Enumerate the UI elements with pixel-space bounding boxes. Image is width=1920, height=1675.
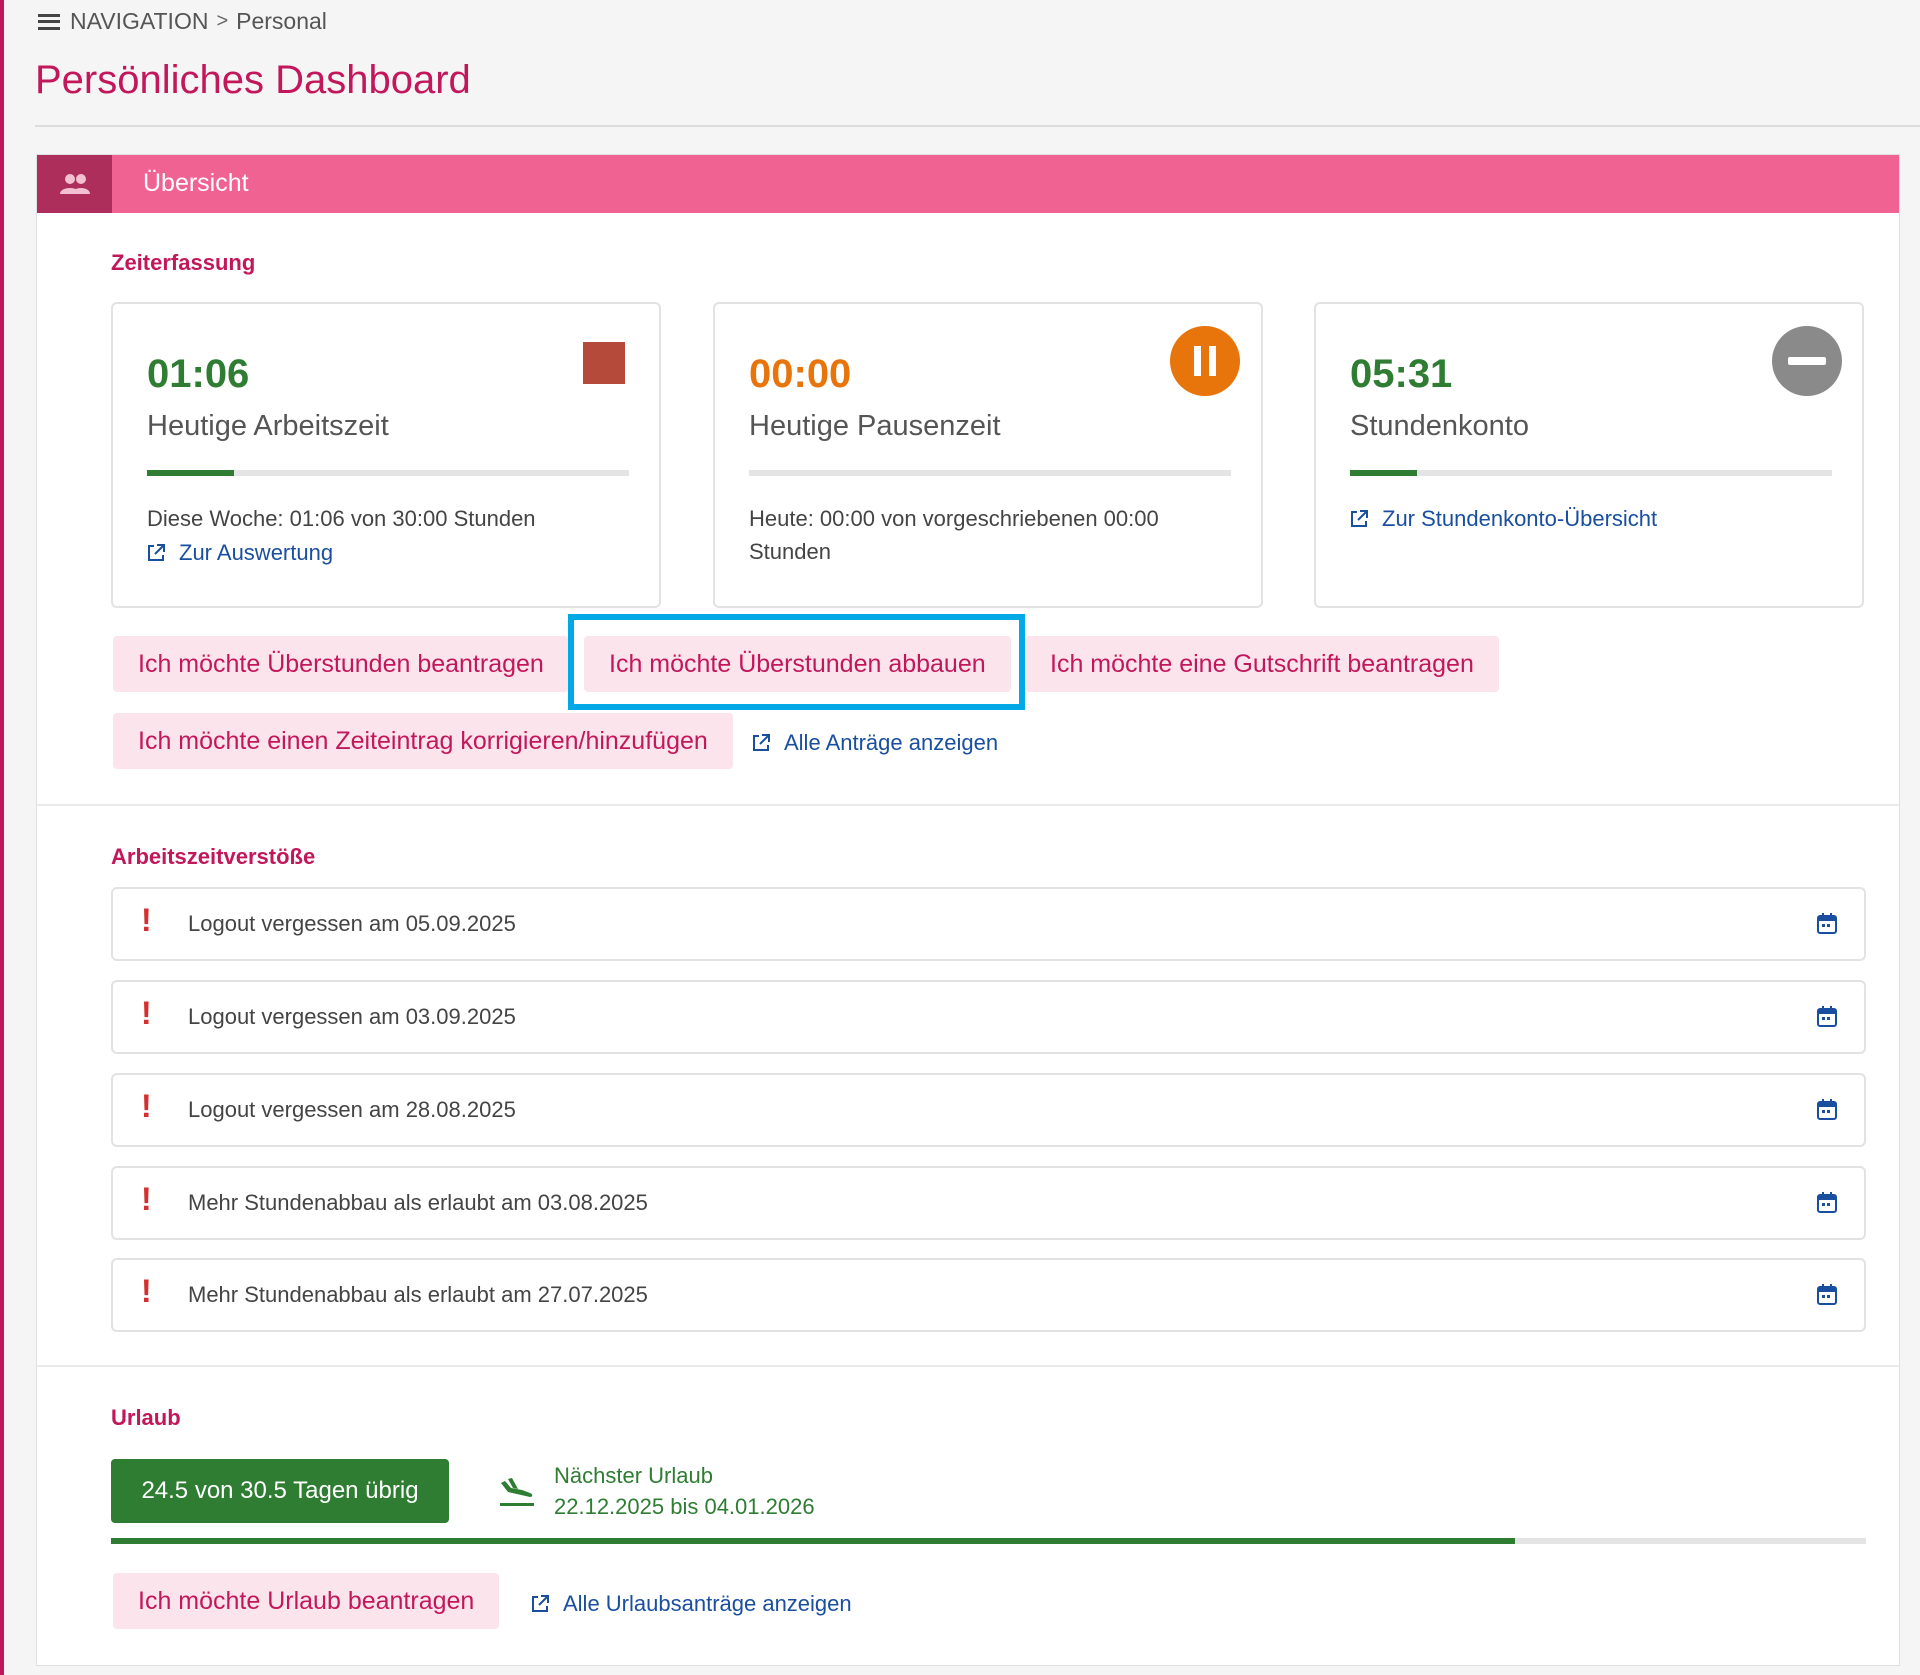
tile-work-time: 01:06 Heutige Arbeitszeit Diese Woche: 0…	[111, 302, 661, 608]
pause-time-value: 00:00	[749, 352, 852, 396]
people-icon	[37, 155, 112, 213]
calendar-icon[interactable]	[1816, 913, 1838, 935]
violation-item: ! Logout vergessen am 03.09.2025	[111, 980, 1866, 1054]
next-vacation-label: Nächster Urlaub	[554, 1463, 713, 1488]
link-hour-balance-label: Zur Stundenkonto-Übersicht	[1382, 506, 1658, 531]
left-accent-bar	[0, 0, 4, 1675]
external-link-icon	[1351, 510, 1368, 527]
violation-item: ! Logout vergessen am 28.08.2025	[111, 1073, 1866, 1147]
calendar-icon[interactable]	[1816, 1284, 1838, 1306]
next-vacation-range: 22.12.2025 bis 04.01.2026	[554, 1494, 815, 1519]
breadcrumb-separator: >	[216, 10, 229, 32]
violation-text: Logout vergessen am 05.09.2025	[188, 911, 516, 936]
card-header-title: Übersicht	[143, 169, 249, 197]
page-title: Persönliches Dashboard	[35, 58, 471, 102]
plane-landing-icon	[500, 1478, 534, 1506]
section-title-violations: Arbeitszeitverstöße	[111, 844, 316, 869]
link-all-vacation-requests-label: Alle Urlaubsanträge anzeigen	[563, 1591, 852, 1616]
violation-item: ! Mehr Stundenabbau als erlaubt am 27.07…	[111, 1258, 1866, 1332]
breadcrumb: NAVIGATION > Personal	[38, 8, 327, 35]
pause-time-label: Heutige Pausenzeit	[749, 410, 1001, 442]
highlight-frame	[568, 614, 1025, 710]
minus-icon[interactable]	[1772, 326, 1842, 396]
correct-time-entry-button[interactable]: Ich möchte einen Zeiteintrag korrigieren…	[113, 713, 733, 769]
pause-icon[interactable]	[1170, 326, 1240, 396]
breadcrumb-current: Personal	[236, 8, 327, 34]
link-all-requests-label: Alle Anträge anzeigen	[784, 730, 999, 755]
section-divider	[37, 1365, 1899, 1367]
work-time-value: 01:06	[147, 352, 250, 396]
work-time-info: Diese Woche: 01:06 von 30:00 Stunden	[147, 506, 536, 531]
tile-hour-balance: 05:31 Stundenkonto Zur Stundenkonto-Über…	[1314, 302, 1864, 608]
link-evaluation-label: Zur Auswertung	[179, 540, 334, 565]
external-link-icon	[753, 734, 770, 751]
warning-icon: !	[141, 1181, 152, 1217]
link-all-vacation-requests[interactable]: Alle Urlaubsanträge anzeigen	[531, 1591, 852, 1617]
section-title-time-tracking: Zeiterfassung	[111, 250, 256, 275]
calendar-icon[interactable]	[1816, 1006, 1838, 1028]
stop-icon[interactable]	[583, 342, 625, 384]
hour-balance-label: Stundenkonto	[1350, 410, 1529, 442]
warning-icon: !	[141, 995, 152, 1031]
tile-pause-time: 00:00 Heutige Pausenzeit Heute: 00:00 vo…	[713, 302, 1263, 608]
title-divider	[35, 125, 1920, 127]
card-header: Übersicht	[37, 155, 1899, 213]
violation-item: ! Logout vergessen am 05.09.2025	[111, 887, 1866, 961]
section-divider	[37, 804, 1899, 806]
menu-icon[interactable]	[38, 13, 60, 30]
warning-icon: !	[141, 1088, 152, 1124]
request-credit-button[interactable]: Ich möchte eine Gutschrift beantragen	[1025, 636, 1499, 692]
vacation-remaining-badge: 24.5 von 30.5 Tagen übrig	[111, 1459, 449, 1523]
violation-text: Logout vergessen am 28.08.2025	[188, 1097, 516, 1122]
calendar-icon[interactable]	[1816, 1099, 1838, 1121]
breadcrumb-root[interactable]: NAVIGATION	[70, 8, 208, 35]
link-all-requests[interactable]: Alle Anträge anzeigen	[752, 730, 998, 756]
section-title-vacation: Urlaub	[111, 1405, 181, 1430]
link-hour-balance-overview[interactable]: Zur Stundenkonto-Übersicht	[1350, 506, 1657, 532]
hour-balance-progress	[1350, 470, 1832, 476]
external-link-icon	[148, 544, 165, 561]
warning-icon: !	[141, 1273, 152, 1309]
violation-text: Mehr Stundenabbau als erlaubt am 03.08.2…	[188, 1190, 648, 1215]
pause-time-info: Heute: 00:00 von vorgeschriebenen 00:00 …	[749, 506, 1159, 564]
external-link-icon	[532, 1595, 549, 1612]
pause-time-progress	[749, 470, 1231, 476]
violation-text: Mehr Stundenabbau als erlaubt am 27.07.2…	[188, 1282, 648, 1307]
request-overtime-button[interactable]: Ich möchte Überstunden beantragen	[113, 636, 569, 692]
violation-item: ! Mehr Stundenabbau als erlaubt am 03.08…	[111, 1166, 1866, 1240]
violation-text: Logout vergessen am 03.09.2025	[188, 1004, 516, 1029]
vacation-progress	[111, 1538, 1866, 1544]
request-vacation-button[interactable]: Ich möchte Urlaub beantragen	[113, 1573, 500, 1629]
calendar-icon[interactable]	[1816, 1192, 1838, 1214]
warning-icon: !	[141, 902, 152, 938]
hour-balance-value: 05:31	[1350, 352, 1453, 396]
work-time-progress	[147, 470, 629, 476]
link-evaluation[interactable]: Zur Auswertung	[147, 540, 333, 566]
work-time-label: Heutige Arbeitszeit	[147, 410, 389, 442]
next-vacation: Nächster Urlaub 22.12.2025 bis 04.01.202…	[498, 1460, 815, 1522]
